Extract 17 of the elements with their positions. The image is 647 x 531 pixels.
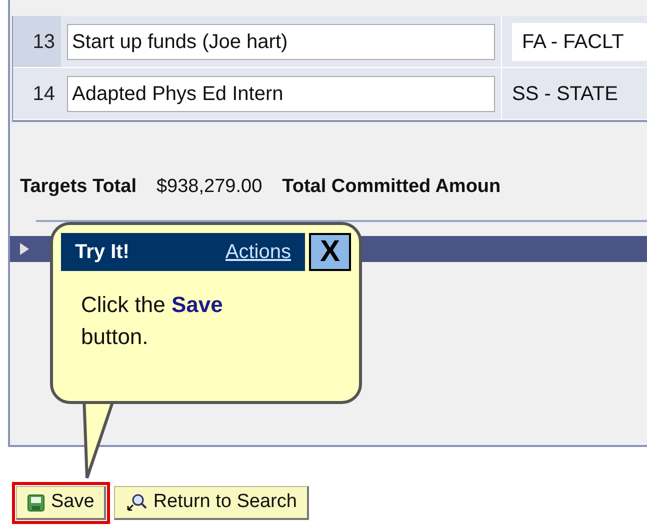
actions-link[interactable]: Actions [225,237,291,267]
description-field[interactable]: Adapted Phys Ed Intern [67,76,495,112]
code-dropdown[interactable]: FA - FACLT [512,22,647,60]
magnifier-icon [125,492,148,512]
save-button[interactable]: Save [16,486,106,520]
close-button[interactable]: X [309,233,351,271]
row-number: 13 [13,16,61,67]
expand-triangle-icon[interactable] [20,243,29,255]
description-field[interactable]: Start up funds (Joe hart) [67,24,495,60]
row-number: 14 [32,82,56,106]
return-to-search-button[interactable]: Return to Search [114,486,309,520]
code-text: SS - STATE [512,82,618,106]
callout-title: Try It! [75,240,130,265]
total-committed-label: Total Committed Amoun [282,174,501,199]
callout-message: Click the Save button. [81,291,224,351]
targets-total-value: $938,279.00 [156,174,262,199]
targets-total-label: Targets Total [20,174,136,199]
